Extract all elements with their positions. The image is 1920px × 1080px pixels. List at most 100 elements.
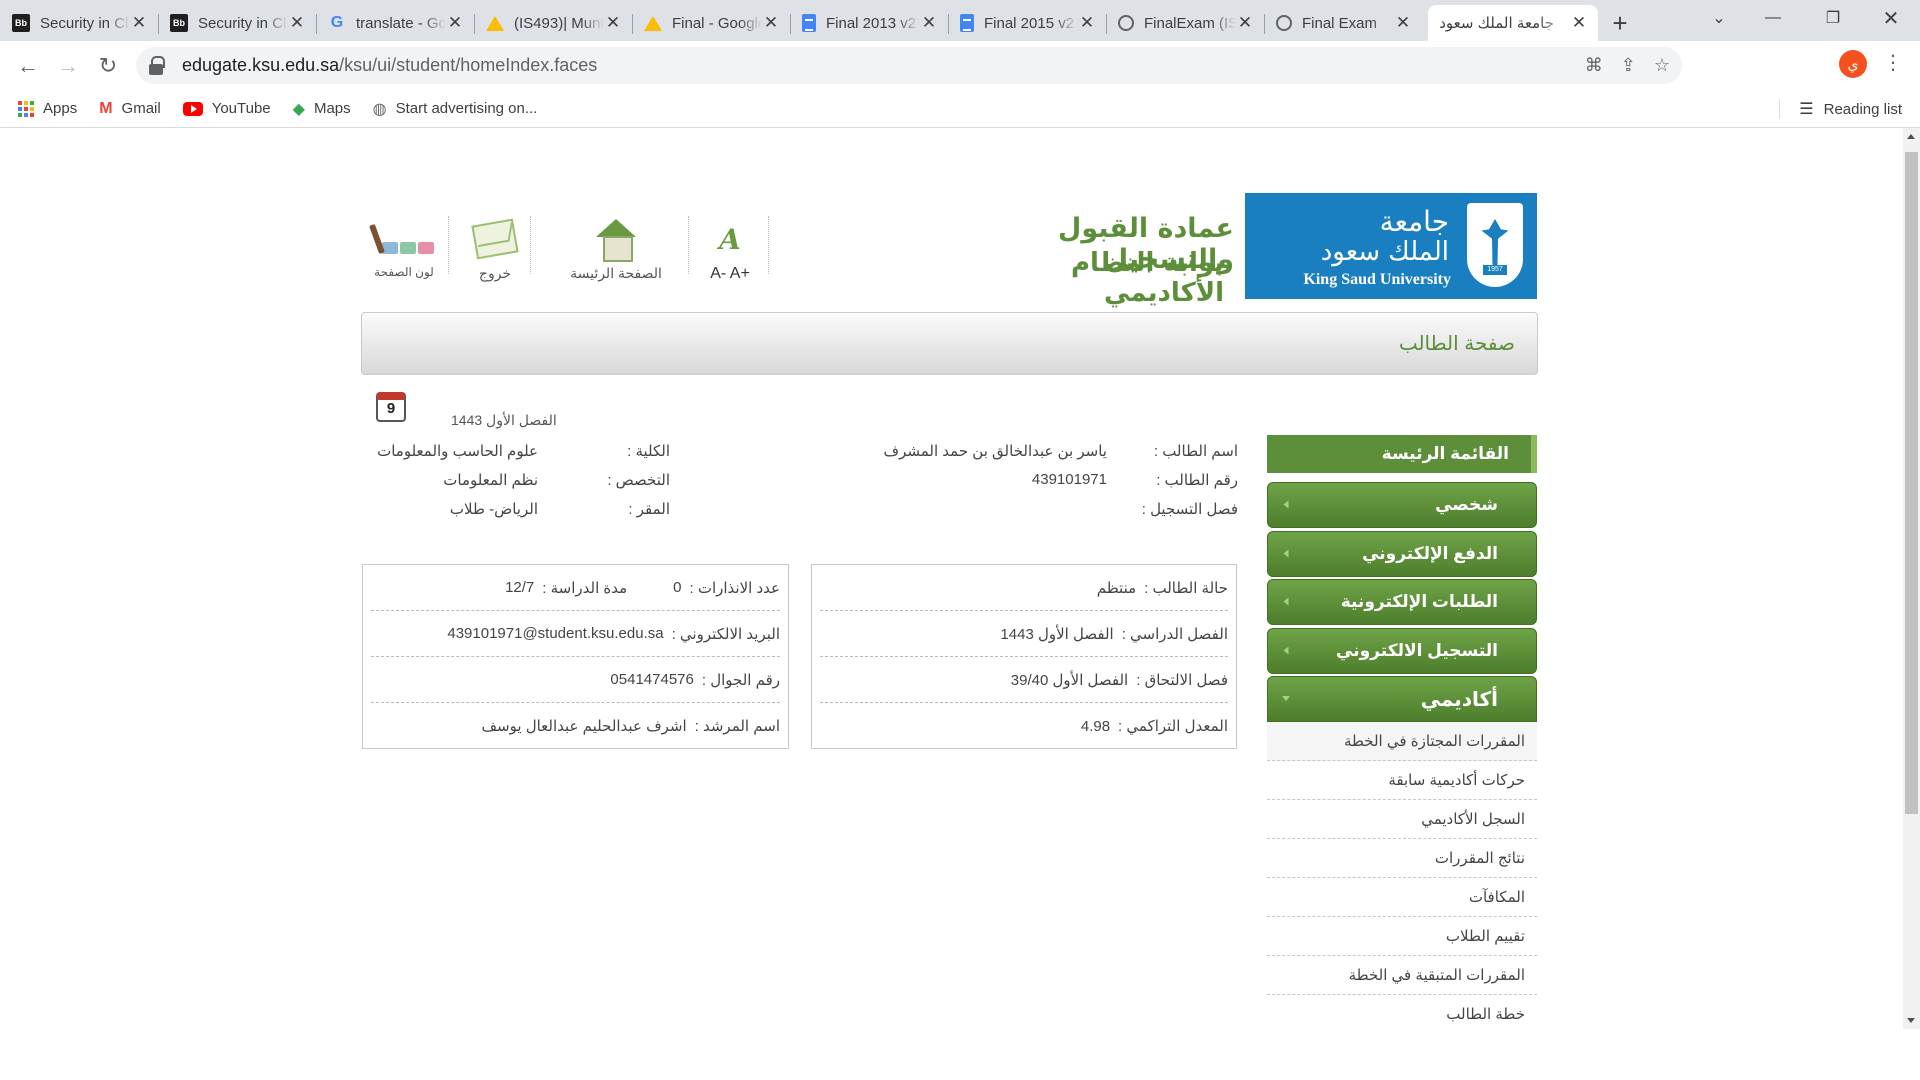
browser-tab[interactable]: FinalExam (IS493)✕ (1106, 5, 1264, 41)
university-name-ar-2: الملك سعود (1320, 237, 1449, 267)
tab-title: FinalExam (IS493) (1144, 14, 1236, 32)
home-button[interactable]: الصفحة الرئيسة (556, 213, 676, 282)
bookmark-star-icon[interactable]: ☆ (1654, 55, 1670, 76)
restore-button[interactable]: ❐ (1810, 0, 1856, 36)
share-icon[interactable]: ⇪ (1621, 55, 1636, 76)
sidebar-subitem[interactable]: نتائج المقررات (1267, 839, 1537, 878)
url-path: /ksu/ui/student/homeIndex.faces (339, 55, 598, 75)
sidebar-subitem[interactable]: المقررات المجتازة في الخطة (1267, 722, 1537, 761)
bookmark-maps[interactable]: ◆ Maps (293, 99, 351, 119)
detail-row: فصل الالتحاق : الفصل الأول 39/40 (820, 657, 1228, 703)
close-tab-icon[interactable]: ✕ (288, 13, 306, 33)
close-tab-icon[interactable]: ✕ (920, 13, 938, 33)
tab-title: Security in Cloud (40, 14, 130, 32)
tab-search-icon[interactable]: ⌄ (1704, 0, 1734, 36)
blackboard-icon: Bb (170, 14, 188, 32)
url-host: edugate.ksu.edu.sa (182, 55, 340, 75)
back-icon[interactable]: ← (8, 46, 48, 86)
browser-tab[interactable]: Final Exam ✕ (1264, 5, 1422, 41)
bookmarks-separator (1779, 99, 1780, 119)
close-tab-icon[interactable]: ✕ (1394, 13, 1412, 33)
browser-tab-active[interactable]: جامعة الملك سعود ✕ (1428, 5, 1598, 41)
advisor-label: اسم المرشد : (694, 718, 780, 735)
sidebar-item-academic[interactable]: أكاديمي (1267, 676, 1537, 722)
close-tab-icon[interactable]: ✕ (446, 13, 464, 33)
divider (688, 216, 689, 274)
detail-row: رقم الجوال : 0541474576 (371, 657, 780, 703)
tab-title: Final 2015 v2 (984, 14, 1075, 32)
minimize-button[interactable]: — (1750, 0, 1796, 36)
sidebar-item-epayment[interactable]: الدفع الإلكتروني (1267, 531, 1537, 577)
academic-status-box: حالة الطالب : منتظم الفصل الدراسي : الفصل … (811, 564, 1237, 749)
browser-tab[interactable]: Final 2015 v2 ✕ (948, 5, 1106, 41)
browser-tab[interactable]: Final - Google Drive✕ (632, 5, 790, 41)
close-tab-icon[interactable]: ✕ (604, 13, 622, 33)
menu-kebab-icon[interactable]: ⋮ (1883, 50, 1903, 78)
browser-tab[interactable]: Bb Security in Cloud✕ (158, 5, 316, 41)
bookmark-youtube[interactable]: YouTube (182, 100, 271, 117)
scroll-down-icon[interactable] (1907, 1018, 1915, 1023)
close-window-button[interactable]: ✕ (1868, 0, 1914, 36)
sidebar-title: القائمة الرئيسة (1267, 435, 1537, 473)
reading-list-icon: ☰ (1799, 101, 1814, 118)
scroll-up-icon[interactable] (1907, 134, 1915, 139)
major: نظم المعلومات (443, 472, 538, 489)
detail-value: 4.98 (1080, 717, 1111, 735)
apps-icon (18, 100, 34, 117)
tab-title: Final - Google Drive (672, 14, 762, 32)
close-tab-icon[interactable]: ✕ (762, 13, 780, 33)
scrollbar-thumb[interactable] (1905, 152, 1918, 814)
page-scrollbar[interactable] (1903, 128, 1920, 1029)
sidebar-subitem[interactable]: المكافآت (1267, 878, 1537, 917)
close-tab-icon[interactable]: ✕ (1078, 13, 1096, 33)
browser-tab[interactable]: Gtranslate - Google✕ (316, 5, 474, 41)
email-label: البريد الالكتروني : (671, 625, 780, 643)
ksu-logo[interactable]: 1957 جامعة الملك سعود King Saud Universi… (1245, 193, 1537, 299)
bookmark-apps[interactable]: Apps (18, 100, 77, 117)
page-color-button[interactable]: لون الصفحة (362, 213, 446, 279)
sidebar-subitem[interactable]: المقررات المتبقية في الخطة (1267, 956, 1537, 995)
detail-label: المعدل التراكمي : (1118, 718, 1228, 735)
sidebar-item-label: التسجيل الالكتروني (1336, 641, 1498, 660)
new-tab-button[interactable]: + (1602, 5, 1638, 41)
lock-icon[interactable] (148, 55, 165, 76)
browser-tab[interactable]: (IS493)| Muntadher✕ (474, 5, 632, 41)
campus: الرياض- طلاب (449, 501, 538, 518)
reading-list-button[interactable]: ☰ Reading list (1799, 90, 1902, 128)
sidebar-item-erequests[interactable]: الطلبات الإلكترونية (1267, 579, 1537, 625)
browser-tab[interactable]: Final 2013 v2 ✕ (790, 5, 948, 41)
gmail-icon: M (99, 99, 113, 117)
bookmark-start-advertising[interactable]: ◍ Start advertising on... (373, 99, 538, 119)
sidebar-item-personal[interactable]: شخصي (1267, 482, 1537, 528)
close-tab-icon[interactable]: ✕ (1236, 13, 1254, 33)
sidebar-subitem[interactable]: السجل الأكاديمي (1267, 800, 1537, 839)
browser-tab[interactable]: Bb Security in Cloud✕ (0, 5, 158, 41)
close-tab-icon[interactable]: ✕ (1570, 13, 1588, 33)
sidebar-subitem[interactable]: خطة الطالب (1267, 995, 1537, 1029)
font-size-icon: A (719, 222, 741, 256)
profile-avatar[interactable]: ي (1839, 50, 1867, 78)
close-tab-icon[interactable]: ✕ (130, 13, 148, 33)
sidebar-subitem[interactable]: حركات أكاديمية سابقة (1267, 761, 1537, 800)
bookmarks-bar: Apps M Gmail YouTube ◆ Maps ◍ Start adverti… (0, 90, 1920, 128)
sidebar-subitem[interactable]: تقييم الطلاب (1267, 917, 1537, 956)
docs-icon (960, 14, 974, 32)
reload-icon[interactable]: ↻ (88, 46, 128, 86)
logout-button[interactable]: خروج (465, 213, 525, 282)
sidebar-item-eregistration[interactable]: التسجيل الالكتروني (1267, 628, 1537, 674)
color-swatch-icon (362, 213, 446, 265)
translate-icon[interactable]: ⌘ (1585, 55, 1603, 76)
chevron-down-icon (1282, 696, 1290, 701)
bookmark-gmail[interactable]: M Gmail (99, 100, 161, 118)
address-bar[interactable]: edugate.ksu.edu.sa/ksu/ui/student/homeIn… (136, 47, 1682, 84)
student-id: 439101971 (1031, 471, 1107, 488)
font-size-label[interactable]: A- A+ (700, 265, 760, 283)
logout-label: خروج (478, 265, 512, 281)
email-value: 439101971@student.ksu.edu.sa (447, 625, 664, 642)
bookmark-label: Maps (313, 100, 351, 117)
warnings-value: 0 (673, 579, 682, 596)
sidebar-item-label: شخصي (1435, 495, 1498, 514)
tab-title: Final Exam (1302, 14, 1378, 32)
globe-icon: ◍ (372, 100, 387, 118)
forward-icon[interactable]: → (48, 46, 88, 86)
